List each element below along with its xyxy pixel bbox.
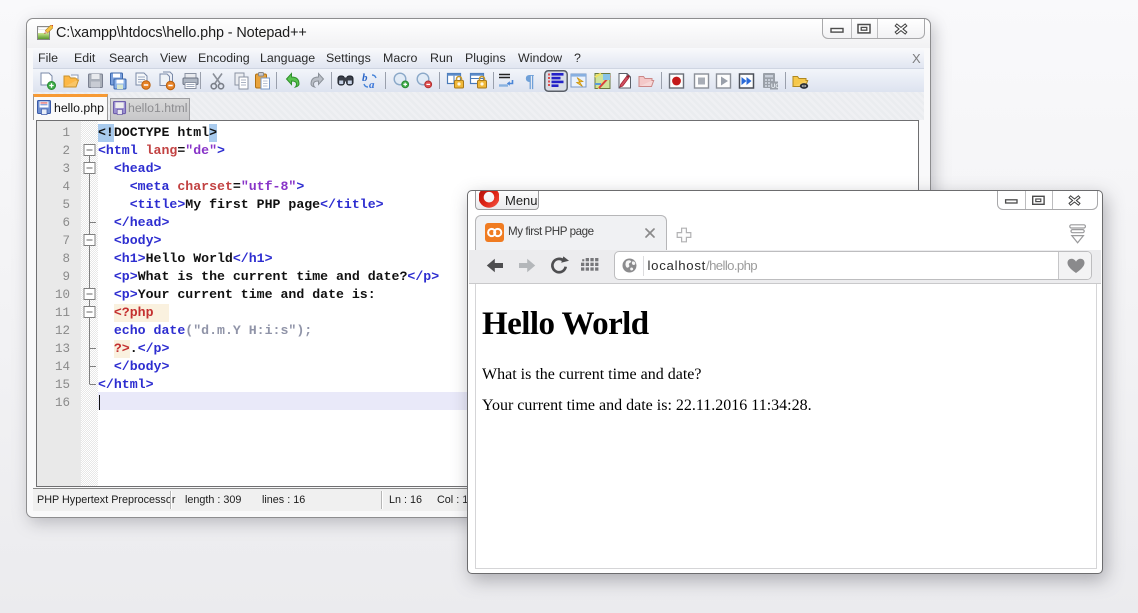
svg-text:a: a bbox=[369, 79, 375, 91]
svg-text:UC: UC bbox=[771, 84, 780, 90]
svg-text:b: b bbox=[362, 72, 368, 84]
svg-text:¶: ¶ bbox=[525, 71, 535, 91]
